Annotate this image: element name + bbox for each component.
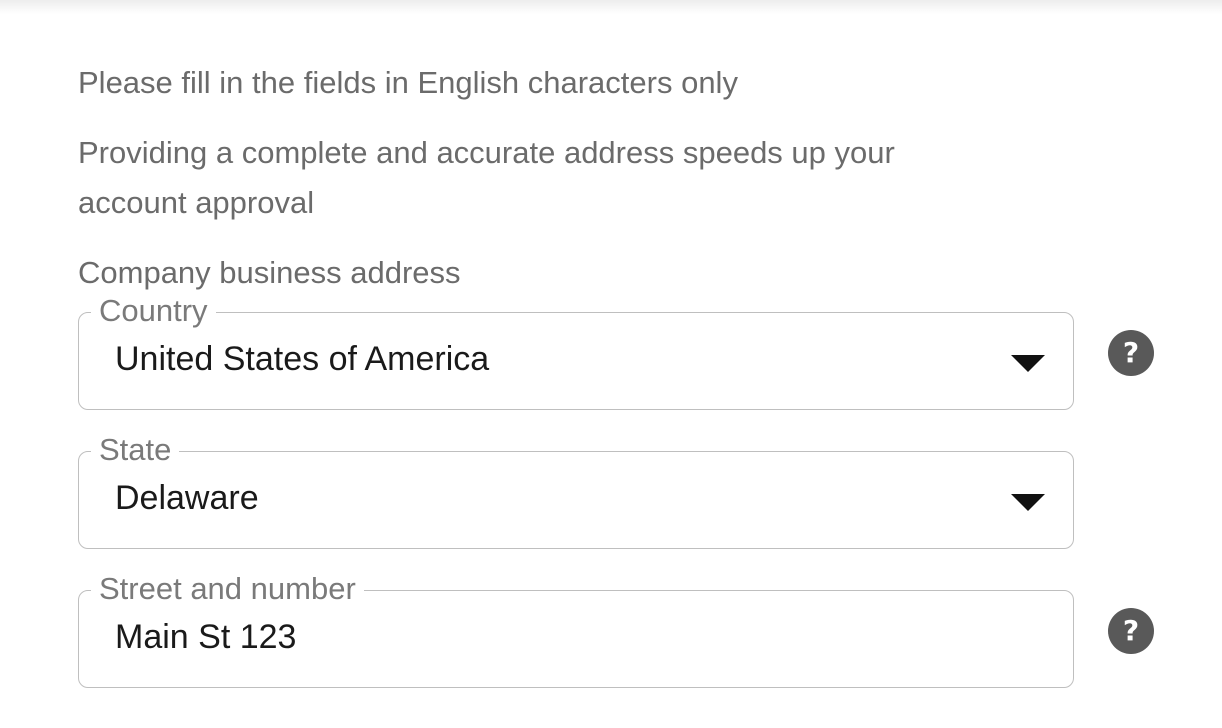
- street-field-row: Street and number ?: [78, 571, 1178, 690]
- street-label: Street and number: [91, 571, 364, 607]
- country-label: Country: [91, 293, 216, 329]
- address-form: Please fill in the fields in English cha…: [78, 58, 1178, 728]
- question-circle-icon[interactable]: ?: [1108, 608, 1154, 654]
- state-value: Delaware: [115, 479, 259, 517]
- state-select[interactable]: State Delaware: [78, 432, 1074, 549]
- header-shadow: [0, 0, 1222, 14]
- chevron-down-icon[interactable]: [1011, 355, 1045, 372]
- country-field-row: Country United States of America ?: [78, 293, 1178, 412]
- complete-address-note: Providing a complete and accurate addres…: [78, 135, 895, 220]
- section-title: Company business address: [78, 255, 461, 290]
- street-input[interactable]: [115, 615, 935, 659]
- state-field-row: State Delaware: [78, 432, 1178, 551]
- question-circle-icon[interactable]: ?: [1108, 330, 1154, 376]
- chevron-down-icon[interactable]: [1011, 494, 1045, 511]
- country-select[interactable]: Country United States of America: [78, 293, 1074, 410]
- address-form-page: Please fill in the fields in English cha…: [0, 0, 1222, 728]
- english-only-note: Please fill in the fields in English cha…: [78, 65, 738, 100]
- state-label: State: [91, 432, 180, 468]
- street-field: Street and number: [78, 571, 1074, 688]
- country-value: United States of America: [115, 340, 490, 378]
